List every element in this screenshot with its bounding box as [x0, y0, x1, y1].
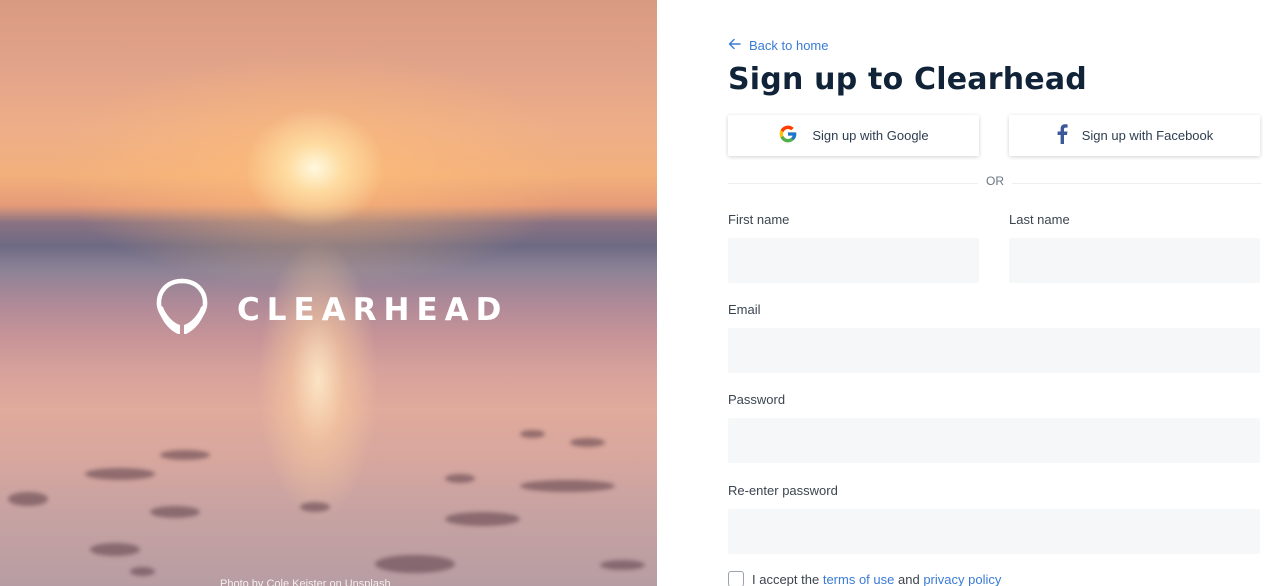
or-divider: OR: [978, 174, 1012, 188]
google-icon: [778, 124, 798, 147]
signup-panel: Back to home Sign up to Clearhead Sign u…: [657, 0, 1281, 586]
last-name-input[interactable]: [1009, 238, 1260, 283]
brand-logo: CLEARHEAD: [153, 277, 508, 342]
arrow-left-icon: [728, 38, 741, 53]
brand-wordmark: CLEARHEAD: [237, 291, 509, 328]
photo-credit: Photo by Cole Keister on Unsplash: [220, 578, 391, 586]
email-label: Email: [728, 302, 761, 317]
first-name-input[interactable]: [728, 238, 979, 283]
accept-prefix: I accept the: [752, 572, 820, 586]
hero-image: CLEARHEAD Photo by Cole Keister on Unspl…: [0, 0, 657, 586]
accept-terms-checkbox[interactable]: [728, 571, 744, 586]
beach-stone: [85, 468, 155, 480]
password-label: Password: [728, 392, 786, 407]
privacy-policy-link[interactable]: privacy policy: [923, 572, 1001, 586]
terms-of-use-link[interactable]: terms of use: [823, 572, 895, 586]
beach-stone: [90, 543, 140, 556]
first-name-label: First name: [728, 212, 790, 227]
beach-stone: [8, 492, 48, 506]
facebook-button-label: Sign up with Facebook: [1081, 128, 1214, 143]
beach-stone: [570, 438, 605, 447]
back-to-home-label: Back to home: [749, 38, 829, 53]
beach-stone: [150, 506, 200, 518]
reenter-password-label: Re-enter password: [728, 483, 838, 498]
facebook-signup-button[interactable]: Sign up with Facebook: [1009, 115, 1260, 156]
reenter-password-input[interactable]: [728, 509, 1260, 554]
facebook-icon: [1056, 124, 1068, 147]
last-name-label: Last name: [1009, 212, 1070, 227]
beach-stone: [300, 502, 330, 512]
beach-stone: [375, 555, 455, 573]
head-hands-icon: [153, 277, 211, 342]
beach-stone: [520, 430, 545, 438]
beach-stone: [600, 560, 645, 570]
email-input[interactable]: [728, 328, 1260, 373]
password-input[interactable]: [728, 418, 1260, 463]
beach-stone: [160, 450, 210, 460]
beach-stone: [445, 512, 520, 526]
page-title: Sign up to Clearhead: [728, 62, 1087, 97]
accept-and: and: [898, 572, 920, 586]
google-signup-button[interactable]: Sign up with Google: [728, 115, 979, 156]
beach-stone: [130, 567, 155, 576]
back-to-home-link[interactable]: Back to home: [728, 38, 829, 53]
google-button-label: Sign up with Google: [812, 128, 929, 143]
beach-stone: [520, 480, 615, 492]
accept-terms-text: I accept the terms of use and privacy po…: [752, 572, 1001, 586]
beach-stone: [445, 474, 475, 483]
